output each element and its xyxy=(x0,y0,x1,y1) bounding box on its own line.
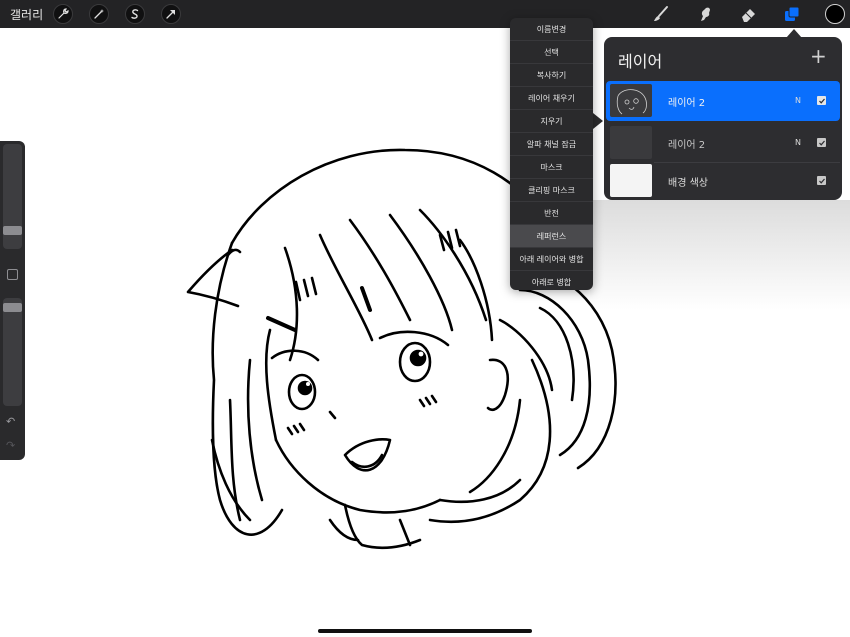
layer-thumbnail xyxy=(610,126,652,159)
layer-thumbnail xyxy=(610,84,652,117)
context-menu-pointer xyxy=(593,113,603,129)
modify-button[interactable] xyxy=(7,269,18,280)
transform-arrow-icon[interactable] xyxy=(161,4,181,24)
menu-item-rename[interactable]: 이름변경 xyxy=(510,18,593,41)
menu-item-reference[interactable]: 레퍼런스 xyxy=(510,225,593,248)
selection-icon[interactable] xyxy=(125,4,145,24)
gallery-button[interactable]: 갤러리 xyxy=(10,6,43,23)
opacity-knob[interactable] xyxy=(3,303,22,312)
blend-mode-button[interactable]: N xyxy=(795,96,801,105)
layer-row[interactable]: 레이어 2 N xyxy=(606,81,840,121)
left-sidebar: ↶ ↷ xyxy=(0,141,25,460)
layer-name: 레이어 2 xyxy=(668,98,706,109)
panel-shadow xyxy=(590,200,850,310)
menu-item-copy[interactable]: 복사하기 xyxy=(510,64,593,87)
visibility-checkbox[interactable] xyxy=(817,138,826,147)
menu-item-merge-with-below[interactable]: 아래 레이어와 병합 xyxy=(510,248,593,271)
layer-name: 배경 색상 xyxy=(668,178,708,189)
menu-item-mask[interactable]: 마스크 xyxy=(510,156,593,179)
layer-thumbnail xyxy=(610,164,652,197)
menu-item-fill-layer[interactable]: 레이어 채우기 xyxy=(510,87,593,110)
eraser-icon[interactable] xyxy=(738,4,758,24)
color-picker-swatch[interactable] xyxy=(825,4,845,24)
brush-size-slider[interactable] xyxy=(3,144,22,249)
menu-item-invert[interactable]: 반전 xyxy=(510,202,593,225)
undo-icon[interactable]: ↶ xyxy=(6,415,15,428)
panel-title: 레이어 xyxy=(618,52,663,71)
top-toolbar: 갤러리 xyxy=(0,0,850,28)
layer-row[interactable]: 배경 색상 xyxy=(606,161,840,201)
wrench-icon[interactable] xyxy=(53,4,73,24)
magic-wand-icon[interactable] xyxy=(89,4,109,24)
plus-icon[interactable]: + xyxy=(810,46,827,66)
menu-item-alpha-lock[interactable]: 알파 채널 잠금 xyxy=(510,133,593,156)
layer-context-menu: 이름변경 선택 복사하기 레이어 채우기 지우기 알파 채널 잠금 마스크 클리… xyxy=(510,18,593,290)
layers-icon[interactable] xyxy=(782,4,802,24)
redo-icon[interactable]: ↷ xyxy=(6,439,15,452)
home-indicator[interactable] xyxy=(318,629,532,633)
blend-mode-button[interactable]: N xyxy=(795,138,801,147)
menu-item-clear[interactable]: 지우기 xyxy=(510,110,593,133)
visibility-checkbox[interactable] xyxy=(817,176,826,185)
smudge-icon[interactable] xyxy=(695,4,715,24)
menu-item-merge-down[interactable]: 아래로 병합 xyxy=(510,271,593,290)
opacity-slider[interactable] xyxy=(3,298,22,406)
layer-name: 레이어 2 xyxy=(668,140,706,151)
layers-panel: 레이어 + 레이어 2 N 레이어 2 N 배경 색상 xyxy=(604,37,842,200)
menu-item-select[interactable]: 선택 xyxy=(510,41,593,64)
brush-size-knob[interactable] xyxy=(3,226,22,235)
menu-item-clipping-mask[interactable]: 클리핑 마스크 xyxy=(510,179,593,202)
brush-icon[interactable] xyxy=(651,4,671,24)
visibility-checkbox[interactable] xyxy=(817,96,826,105)
layer-row[interactable]: 레이어 2 N xyxy=(606,123,840,163)
